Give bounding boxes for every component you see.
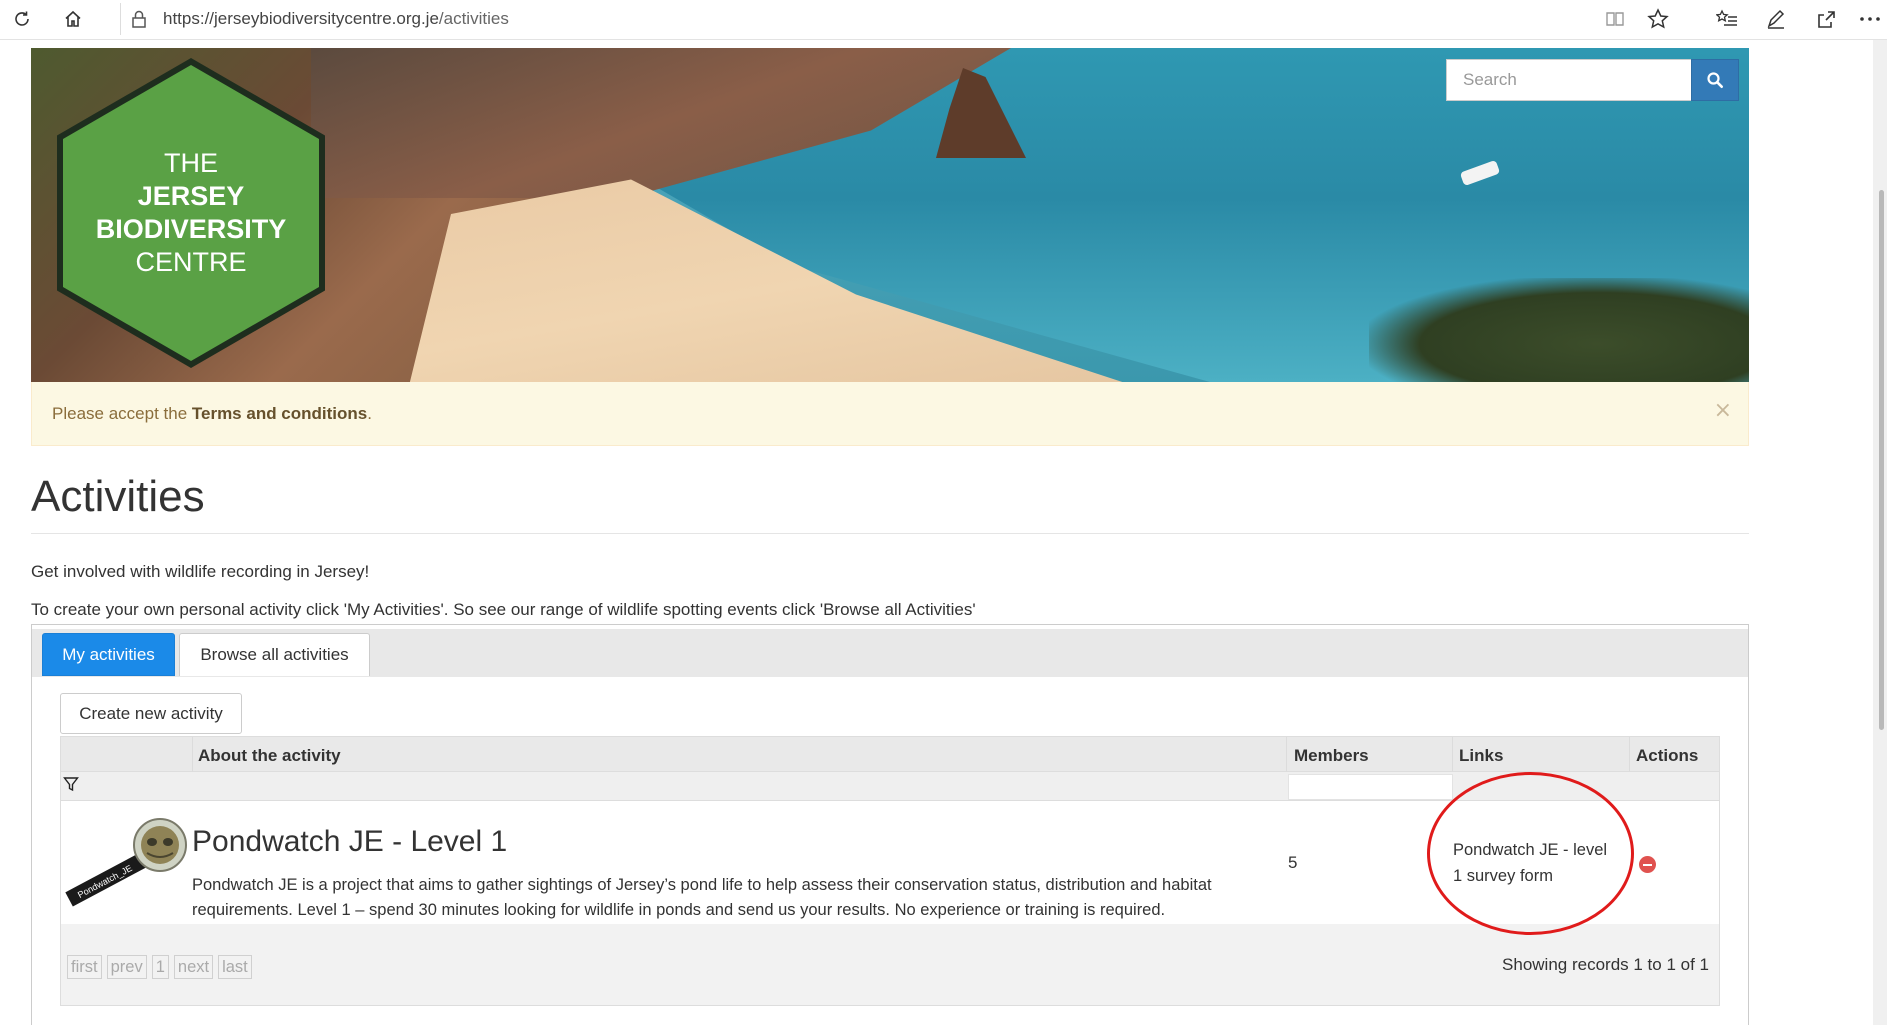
pager-prev[interactable]: prev <box>106 955 147 979</box>
column-header-members[interactable]: Members <box>1294 746 1369 766</box>
url-path: /activities <box>438 9 509 28</box>
alert-prefix: Please accept the <box>52 404 192 423</box>
logo-line-jersey: JERSEY <box>137 181 245 211</box>
alert-close-button[interactable]: × <box>1714 398 1732 423</box>
grid-header: About the activity Members Links Actions <box>61 737 1719 772</box>
search-button[interactable] <box>1691 59 1739 101</box>
lock-icon <box>128 8 150 30</box>
column-header-about[interactable]: About the activity <box>198 746 341 766</box>
alert-message: Please accept the Terms and conditions. <box>52 404 372 424</box>
pager-first[interactable]: first <box>67 955 102 979</box>
pen-notes-icon[interactable] <box>1763 6 1789 32</box>
records-count: Showing records 1 to 1 of 1 <box>1502 955 1709 974</box>
logo-line-biodiversity: BIODIVERSITY <box>95 214 287 244</box>
url-domain: https://jerseybiodiversitycentre.org.je <box>163 9 439 28</box>
pager-page-1[interactable]: 1 <box>151 955 169 979</box>
activity-title[interactable]: Pondwatch JE - Level 1 <box>192 825 507 859</box>
page-title: Activities <box>31 472 205 521</box>
logo-line-centre: CENTRE <box>135 247 247 277</box>
reading-view-icon[interactable] <box>1602 6 1628 32</box>
avatar-label: Pondwatch_JE <box>76 863 134 900</box>
page-scrollbar[interactable] <box>1873 40 1887 1025</box>
alert-suffix: . <box>367 404 372 423</box>
members-count: 5 <box>1288 853 1298 872</box>
tab-my-activities[interactable]: My activities <box>42 633 175 676</box>
more-options-icon[interactable] <box>1857 6 1883 32</box>
tab-browse-all-activities[interactable]: Browse all activities <box>179 633 370 676</box>
favorite-star-icon[interactable] <box>1645 6 1671 32</box>
search-form <box>1446 59 1739 101</box>
title-divider <box>31 533 1749 534</box>
terms-link[interactable]: Terms and conditions <box>192 404 367 423</box>
column-header-links: Links <box>1459 746 1504 765</box>
share-icon[interactable] <box>1813 6 1839 32</box>
activity-description: Pondwatch JE is a project that aims to g… <box>192 876 1212 919</box>
search-icon <box>1707 72 1723 88</box>
create-new-activity-button[interactable]: Create new activity <box>60 693 242 734</box>
browser-toolbar: https://jerseybiodiversitycentre.org.je/… <box>0 0 1887 40</box>
logo-line-the: THE <box>164 148 218 178</box>
members-filter-input[interactable] <box>1288 774 1453 800</box>
url-text[interactable]: https://jerseybiodiversitycentre.org.je/… <box>163 9 509 29</box>
scrollbar-thumb[interactable] <box>1879 190 1884 730</box>
column-header-actions: Actions <box>1636 746 1699 765</box>
favorites-list-icon[interactable] <box>1714 6 1740 32</box>
filter-icon[interactable] <box>63 776 79 796</box>
refresh-icon[interactable] <box>9 6 35 32</box>
home-icon[interactable] <box>60 6 86 32</box>
activity-avatar-icon: Pondwatch_JE <box>65 815 187 911</box>
pager-last[interactable]: last <box>218 955 252 979</box>
pagination: first prev 1 next last <box>67 955 252 979</box>
remove-activity-icon[interactable] <box>1639 856 1656 873</box>
pager-next[interactable]: next <box>173 955 214 979</box>
search-input[interactable] <box>1446 59 1691 101</box>
intro-text: Get involved with wildlife recording in … <box>31 562 370 581</box>
annotation-circle <box>1427 772 1634 935</box>
terms-alert: Please accept the Terms and conditions. … <box>31 382 1749 446</box>
instructions-text: To create your own personal activity cli… <box>31 600 976 619</box>
banner-trees <box>1369 278 1749 382</box>
